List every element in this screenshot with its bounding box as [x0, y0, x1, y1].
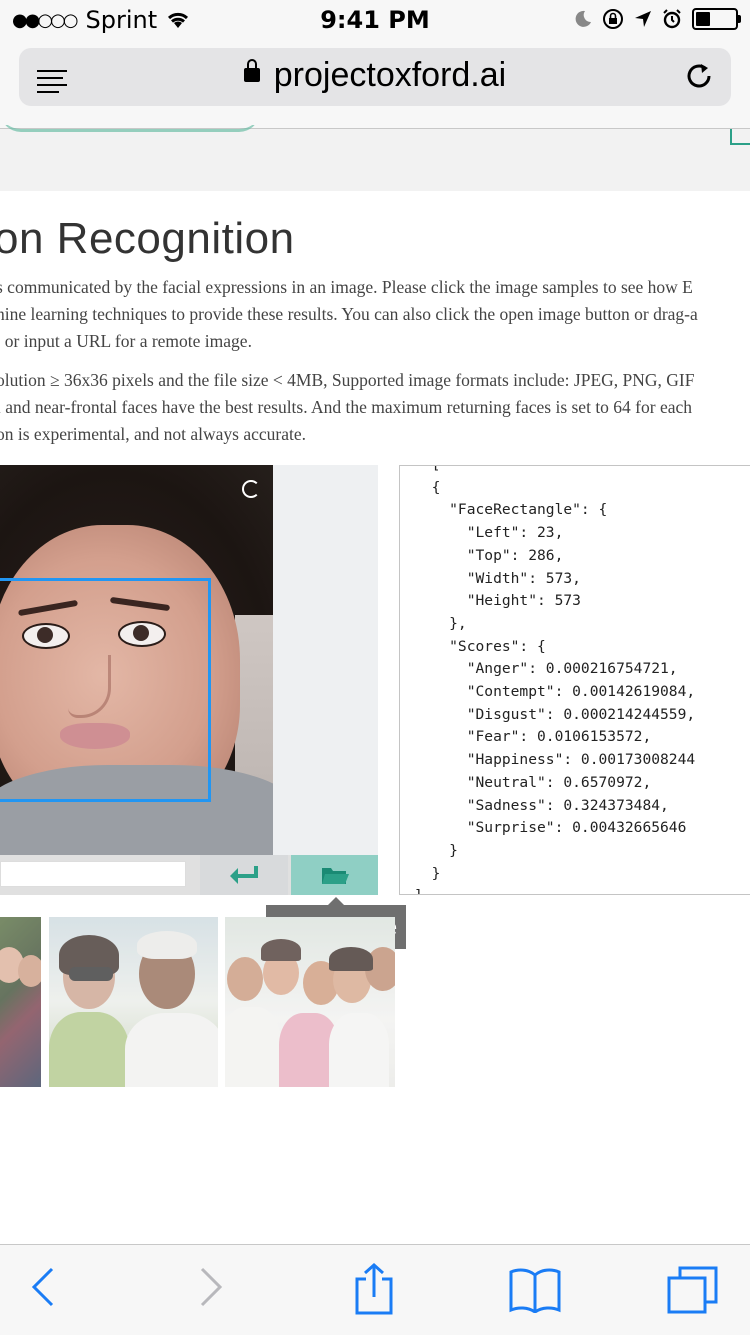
sample-image-3[interactable]	[225, 917, 395, 1087]
status-right	[574, 8, 741, 30]
json-result-text: [ { "FaceRectangle": { "Left": 23, "Top"…	[414, 466, 696, 894]
analyzed-photo	[0, 465, 273, 855]
address-bar-area: projectoxford.ai	[0, 40, 750, 128]
requirements-line: on is experimental, and not always accur…	[0, 424, 307, 444]
url-display[interactable]: projectoxford.ai	[19, 56, 731, 95]
requirements-paragraph: olution ≥ 36x36 pixels and the file size…	[0, 367, 750, 448]
enter-arrow-icon	[230, 866, 258, 884]
face-rectangle	[0, 578, 211, 802]
folder-icon	[321, 868, 349, 884]
sample-image-1[interactable]	[0, 917, 41, 1087]
open-image-button[interactable]	[291, 855, 378, 895]
banner-nav-corner	[730, 129, 750, 145]
requirements-line: olution ≥ 36x36 pixels and the file size…	[0, 370, 695, 390]
image-panel[interactable]	[0, 465, 378, 855]
reload-icon[interactable]	[685, 62, 715, 92]
share-icon[interactable]	[352, 1263, 396, 1315]
moon-icon	[575, 10, 591, 27]
browser-toolbar	[0, 1244, 750, 1335]
banner-title-fragment	[0, 125, 260, 135]
requirements-line: l and near-frontal faces have the best r…	[0, 397, 693, 417]
forward-icon[interactable]	[198, 1265, 224, 1309]
battery-icon	[692, 8, 741, 30]
site-banner	[0, 128, 750, 191]
back-icon[interactable]	[30, 1265, 56, 1309]
submit-url-button[interactable]	[200, 855, 288, 895]
rotation-lock-icon	[603, 9, 623, 29]
location-arrow-icon	[635, 11, 651, 27]
image-url-row	[0, 855, 378, 895]
description-paragraph: s communicated by the facial expressions…	[0, 274, 750, 355]
lock-icon	[243, 59, 260, 83]
json-result-panel[interactable]: [ { "FaceRectangle": { "Left": 23, "Top"…	[399, 465, 750, 895]
url-text: projectoxford.ai	[273, 56, 507, 94]
description-line: s communicated by the facial expressions…	[0, 277, 693, 297]
description-line: , or input a URL for a remote image.	[0, 331, 252, 351]
page-title: on Recognition	[0, 214, 295, 263]
loading-spinner-icon	[242, 480, 260, 498]
alarm-icon	[663, 9, 681, 29]
status-bar: ●●○○○ Sprint 9:41 PM	[0, 0, 750, 40]
image-url-input[interactable]	[0, 861, 186, 887]
sample-image-2[interactable]	[49, 917, 218, 1087]
tabs-icon[interactable]	[666, 1265, 720, 1315]
bookmarks-icon[interactable]	[508, 1267, 562, 1313]
description-line: hine learning techniques to provide thes…	[0, 304, 698, 324]
address-bar[interactable]: projectoxford.ai	[19, 48, 731, 106]
